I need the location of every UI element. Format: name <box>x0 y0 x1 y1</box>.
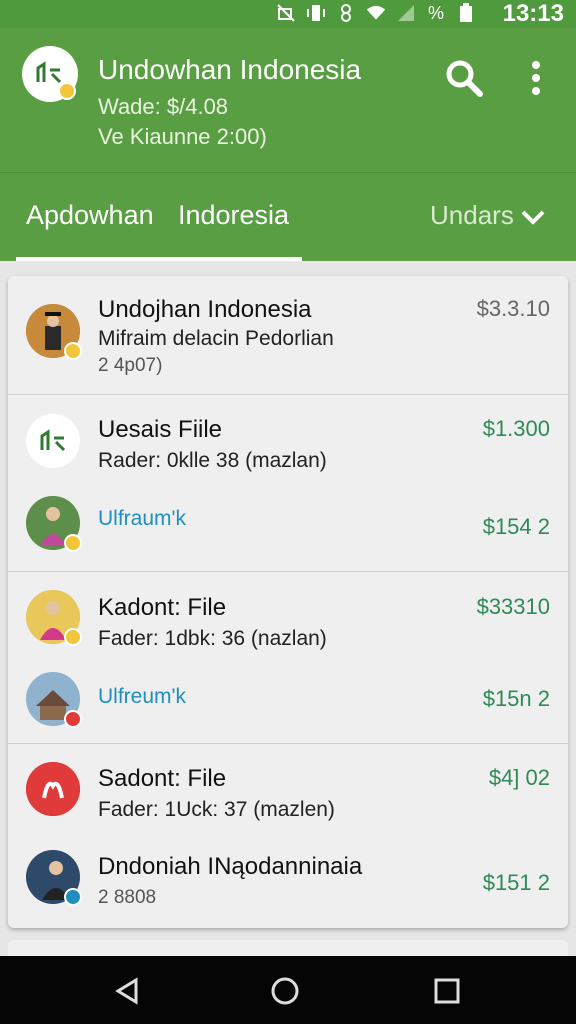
item-meta: 2 4p07) <box>98 355 163 376</box>
home-icon <box>271 977 299 1005</box>
app-header: Undowhan Indonesia Wade: $/4.08 Ve Kiaun… <box>0 28 576 172</box>
item-title[interactable]: Undojhan Indonesia <box>98 296 312 324</box>
status-dot <box>64 888 82 906</box>
item-meta: 2 8808 <box>98 887 157 908</box>
battery-icon <box>456 2 476 24</box>
chevron-down-icon <box>521 210 545 225</box>
item-subtitle: Fader: 1dbk: 36 (nazlan) <box>98 627 327 650</box>
back-icon <box>115 977 138 1005</box>
vibrate-icon <box>306 2 326 24</box>
item-link[interactable]: Ulfraum'k <box>98 506 186 532</box>
more-options-button[interactable] <box>522 56 550 100</box>
search-icon <box>446 60 483 97</box>
recents-button[interactable] <box>432 976 462 1006</box>
percent-symbol: % <box>427 3 444 23</box>
item-sub-amount: $154 2 <box>482 514 550 539</box>
item-title[interactable]: Uesais Fiile <box>98 416 222 444</box>
signal-icon <box>396 2 416 24</box>
item-amount: $33310 <box>476 594 550 619</box>
tab-undars[interactable]: Undars <box>430 199 514 231</box>
avatar[interactable] <box>26 590 82 646</box>
tab-indicator <box>16 257 302 261</box>
divider <box>8 394 568 395</box>
item-amount: $4] 02 <box>488 765 550 790</box>
home-button[interactable] <box>270 976 300 1006</box>
item-title[interactable]: Sadont: File <box>98 765 226 793</box>
header-subtitle: Ve Kiaunne 2:00) <box>98 124 267 149</box>
back-button[interactable] <box>112 976 142 1006</box>
tab-apdowhan[interactable]: Apdowhan <box>26 199 154 231</box>
status-icons: % <box>276 2 476 24</box>
item-title[interactable]: Kadont: File <box>98 594 226 622</box>
header-balance: Wade: $/4.08 <box>98 94 229 119</box>
brand-logo-icon <box>26 762 80 816</box>
item-sub-amount: $151 2 <box>482 870 550 895</box>
divider <box>8 743 568 744</box>
wifi-icon <box>366 2 386 24</box>
data-icon <box>336 2 356 24</box>
tab-dropdown-button[interactable] <box>520 205 546 229</box>
item-subtitle: Rader: 0klle 38 (mazlan) <box>98 449 327 472</box>
item-sub-amount: $15n 2 <box>482 686 550 711</box>
status-dot <box>64 710 82 728</box>
item-amount: $1.300 <box>482 416 550 441</box>
app-logo-icon <box>40 429 66 452</box>
transaction-list: Undojhan Indonesia Mifraim delacin Pedor… <box>8 276 568 928</box>
avatar[interactable] <box>26 496 82 552</box>
status-dot <box>58 82 76 100</box>
item-subtitle: Mifraim delacin Pedorlian <box>98 327 334 350</box>
avatar[interactable] <box>26 414 80 468</box>
status-dot <box>64 534 82 552</box>
tab-bar: Apdowhan Indoresia Undars <box>0 172 576 261</box>
avatar[interactable] <box>26 304 82 360</box>
more-vert-icon <box>532 61 540 95</box>
item-subtitle: Fader: 1Uck: 37 (mazlen) <box>98 798 335 821</box>
status-dot <box>64 342 82 360</box>
recents-icon <box>434 978 460 1004</box>
header-title: Undowhan Indonesia <box>98 54 362 85</box>
avatar[interactable] <box>26 762 80 816</box>
tab-indoresia[interactable]: Indoresia <box>178 199 289 231</box>
divider <box>8 571 568 572</box>
do-not-disturb-icon <box>276 2 296 24</box>
header-avatar[interactable] <box>22 46 78 102</box>
status-dot <box>64 628 82 646</box>
status-bar: % 13:13 <box>0 0 576 28</box>
item-title[interactable]: Dndoniah INąodanninaia <box>98 853 362 881</box>
avatar[interactable] <box>26 672 82 728</box>
avatar[interactable] <box>26 850 82 906</box>
navigation-bar <box>0 956 576 1024</box>
item-link[interactable]: Ulfreum'k <box>98 684 186 710</box>
search-button[interactable] <box>442 56 486 100</box>
status-time: 13:13 <box>502 0 564 27</box>
item-amount: $3.3.10 <box>476 296 550 321</box>
